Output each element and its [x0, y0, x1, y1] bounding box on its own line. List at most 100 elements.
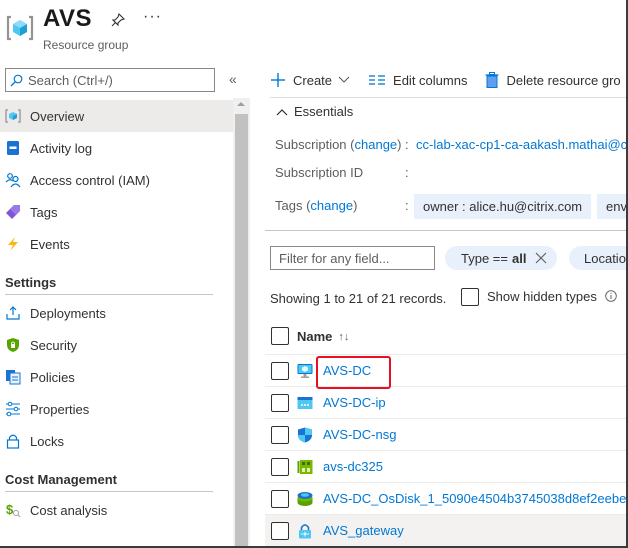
- sidebar-item-cost-analysis[interactable]: $ Cost analysis: [0, 494, 233, 526]
- sidebar-section-cost-management: Cost Management: [5, 472, 117, 487]
- resource-name-link[interactable]: AVS-DC_OsDisk_1_5090e4504b3745038d8ef2ee…: [323, 491, 626, 506]
- colon: :: [405, 198, 409, 213]
- page-header: AVS ··· Resource group: [0, 0, 626, 60]
- scroll-up-arrow[interactable]: [237, 102, 245, 106]
- sidebar-item-events[interactable]: Events: [0, 228, 233, 260]
- network-security-group-icon: [298, 427, 312, 443]
- row-checkbox[interactable]: [271, 426, 289, 444]
- resource-group-icon: [6, 15, 34, 41]
- azure-portal-window: AVS ··· Resource group Search (Ctrl+/) «: [0, 0, 628, 548]
- resource-name-link[interactable]: AVS-DC: [323, 363, 371, 378]
- tag-env[interactable]: env: [597, 194, 626, 219]
- lightning-icon: [5, 236, 21, 252]
- row-checkbox[interactable]: [271, 458, 289, 476]
- table-row[interactable]: avs-dc325: [265, 450, 626, 482]
- sidebar-item-label: Locks: [30, 433, 64, 449]
- sidebar-item-tags[interactable]: Tags: [0, 196, 233, 228]
- show-hidden-types-checkbox[interactable]: [461, 288, 479, 306]
- close-icon[interactable]: [535, 252, 547, 264]
- section-divider: [5, 491, 213, 492]
- sidebar-item-policies[interactable]: Policies: [0, 361, 233, 393]
- network-interface-icon: [297, 460, 313, 474]
- sidebar-item-access-control[interactable]: Access control (IAM): [0, 164, 233, 196]
- essentials-divider: [265, 230, 626, 231]
- show-hidden-types-label: Show hidden types: [487, 289, 597, 304]
- row-checkbox[interactable]: [271, 490, 289, 508]
- sort-icon[interactable]: ↑↓: [338, 331, 349, 343]
- resource-name-link[interactable]: AVS-DC-nsg: [323, 427, 396, 442]
- sidebar-scrollbar[interactable]: [233, 98, 250, 546]
- change-subscription-link[interactable]: change: [355, 137, 398, 152]
- page-subtitle: Resource group: [43, 38, 129, 52]
- pin-icon[interactable]: [110, 12, 126, 28]
- command-bar: Create Edit columns Delete resource gro: [270, 64, 626, 96]
- sidebar-item-label: Security: [30, 337, 77, 353]
- disk-icon: [297, 492, 313, 506]
- sidebar-item-activity-log[interactable]: Activity log: [0, 132, 233, 164]
- resource-list: AVS-DC AVS-DC-ip AVS-DC-nsg avs-dc325 AV…: [265, 354, 626, 546]
- public-ip-icon: [297, 397, 313, 409]
- sidebar-search-input[interactable]: Search (Ctrl+/): [5, 68, 215, 92]
- select-all-checkbox[interactable]: [271, 327, 289, 345]
- more-options-button[interactable]: ···: [143, 8, 162, 26]
- table-row[interactable]: AVS-DC_OsDisk_1_5090e4504b3745038d8ef2ee…: [265, 482, 626, 514]
- svg-text:$: $: [6, 502, 14, 517]
- search-placeholder: Search (Ctrl+/): [28, 72, 113, 88]
- chevron-down-icon: [338, 76, 350, 83]
- row-checkbox[interactable]: [271, 394, 289, 412]
- resource-name-link[interactable]: avs-dc325: [323, 459, 383, 474]
- sidebar-item-properties[interactable]: Properties: [0, 393, 233, 425]
- sidebar-item-label: Tags: [30, 204, 58, 220]
- sidebar-item-label: Access control (IAM): [30, 172, 150, 188]
- vpn-gateway-icon: [299, 524, 311, 539]
- collapse-sidebar-button[interactable]: «: [229, 71, 237, 87]
- table-row[interactable]: AVS-DC: [265, 354, 626, 386]
- essentials-label: Essentials: [294, 104, 354, 119]
- sidebar-item-overview[interactable]: Overview: [0, 100, 233, 132]
- sidebar-item-label: Properties: [30, 401, 90, 417]
- scroll-thumb[interactable]: [235, 114, 248, 546]
- sidebar-nav: Overview Activity log Access control (IA…: [0, 100, 233, 526]
- name-column-header[interactable]: Name ↑↓: [297, 329, 349, 344]
- plus-icon: [271, 73, 285, 87]
- sidebar-item-security[interactable]: Security: [0, 329, 233, 361]
- row-checkbox[interactable]: [271, 362, 289, 380]
- colon: :: [405, 165, 409, 180]
- delete-label: Delete resource gro: [506, 72, 621, 88]
- row-checkbox[interactable]: [271, 522, 289, 540]
- columns-icon: [369, 75, 386, 85]
- location-filter-pill[interactable]: Location: [569, 246, 626, 270]
- cost-analysis-icon: $: [5, 502, 21, 518]
- essentials-toggle[interactable]: Essentials: [276, 104, 353, 119]
- info-icon[interactable]: [605, 290, 617, 302]
- type-filter-pill[interactable]: Type == all: [445, 246, 558, 270]
- resource-group-icon: [5, 108, 21, 124]
- sidebar-item-label: Deployments: [30, 305, 106, 321]
- virtual-machine-icon: [297, 364, 313, 378]
- sidebar-item-label: Activity log: [30, 140, 93, 156]
- table-row[interactable]: AVS-DC-ip: [265, 386, 626, 418]
- sidebar-item-label: Policies: [30, 369, 75, 385]
- delete-resource-group-button[interactable]: Delete resource gro: [485, 72, 621, 88]
- filter-input[interactable]: Filter for any field...: [270, 246, 435, 270]
- page-title: AVS: [43, 5, 93, 32]
- tag-owner[interactable]: owner : alice.hu@citrix.com: [414, 194, 592, 219]
- table-row[interactable]: AVS_gateway: [265, 514, 626, 546]
- tag-icon: [5, 204, 21, 220]
- upload-icon: [5, 305, 21, 321]
- subscription-label: Subscription (change): [275, 137, 402, 152]
- create-button[interactable]: Create: [270, 72, 350, 88]
- change-tags-link[interactable]: change: [310, 198, 353, 213]
- resource-name-link[interactable]: AVS-DC-ip: [323, 395, 386, 410]
- subscription-value-link[interactable]: cc-lab-xac-cp1-ca-aakash.mathai@cit: [416, 137, 626, 152]
- edit-columns-button[interactable]: Edit columns: [368, 73, 467, 88]
- table-row[interactable]: AVS-DC-nsg: [265, 418, 626, 450]
- sidebar-item-locks[interactable]: Locks: [0, 425, 233, 457]
- sidebar-item-label: Cost analysis: [30, 502, 108, 518]
- activity-log-icon: [5, 140, 21, 156]
- sliders-icon: [5, 401, 21, 417]
- trash-icon: [485, 72, 499, 88]
- colon: :: [405, 137, 409, 152]
- resource-name-link[interactable]: AVS_gateway: [323, 523, 404, 538]
- sidebar-item-deployments[interactable]: Deployments: [0, 297, 233, 329]
